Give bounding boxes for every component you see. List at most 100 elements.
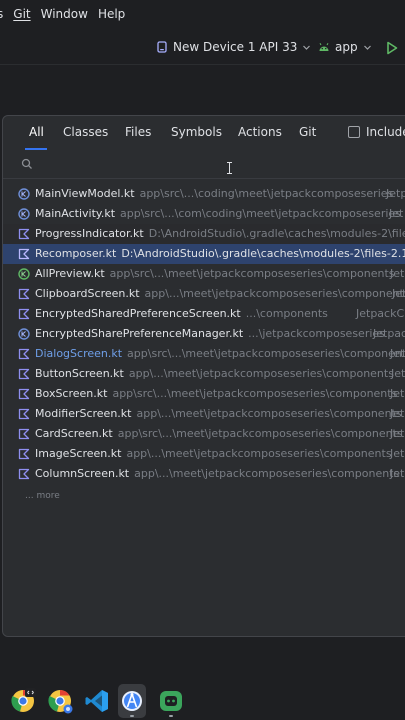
list-item[interactable]: EncryptedSharedPreferenceScreen.kt ...\co… <box>3 304 405 324</box>
kotlin-class-icon <box>18 268 30 280</box>
tab-git[interactable]: Git <box>299 125 316 139</box>
text-cursor <box>227 162 232 174</box>
menu-partial-item[interactable]: s <box>0 7 3 21</box>
file-path: app\src\...\coding\meet\jetpackcomposese… <box>139 187 394 200</box>
module-label: JetpackC <box>356 307 405 320</box>
file-path: D:\AndroidStudio\.gradle\caches\modules-… <box>121 247 405 260</box>
more-results-link[interactable]: ... more <box>25 491 60 501</box>
menu-git[interactable]: Git <box>13 7 30 21</box>
kotlin-file-icon <box>18 228 30 240</box>
file-name: ProgressIndicator.kt <box>35 227 144 240</box>
device-label: New Device 1 API 33 <box>173 40 298 54</box>
run-config-label: app <box>335 40 358 54</box>
chrome-dev-icon[interactable] <box>10 688 36 714</box>
kotlin-file-icon <box>18 448 30 460</box>
tab-all[interactable]: All <box>29 125 44 139</box>
list-item[interactable]: ProgressIndicator.kt D:\AndroidStudio\.gr… <box>3 224 405 244</box>
list-item[interactable]: CardScreen.kt app\src\...\meet\jetpackcom… <box>3 424 405 444</box>
file-name: EncryptedSharedPreferenceScreen.kt <box>35 307 241 320</box>
file-path: app\...\meet\jetpackcomposeseries\compon… <box>128 367 394 380</box>
list-item[interactable]: ImageScreen.kt app\...\meet\jetpackcompos… <box>3 444 405 464</box>
file-name: MainViewModel.kt <box>35 187 135 200</box>
kotlin-file-icon <box>18 428 30 440</box>
running-indicator <box>169 715 173 717</box>
kotlin-file-icon <box>18 408 30 420</box>
module-label: Jet <box>390 407 405 420</box>
module-label: Jet <box>390 447 405 460</box>
kotlin-file-icon <box>18 308 30 320</box>
tab-actions[interactable]: Actions <box>238 125 282 139</box>
file-path: app\...\meet\jetpackcomposeseries\compon… <box>126 447 392 460</box>
module-label: Jetpac <box>373 327 405 340</box>
file-path: D:\AndroidStudio\.gradle\caches\modules-… <box>148 227 405 240</box>
list-item[interactable]: EncryptedSharePreferenceManager.kt ...\je… <box>3 324 405 344</box>
module-label: Jet <box>390 467 405 480</box>
play-icon <box>387 41 398 55</box>
file-name: AllPreview.kt <box>35 267 105 280</box>
include-non-project-checkbox[interactable]: Include <box>348 125 405 139</box>
search-tabs: All Classes Files Symbols Actions Git In… <box>3 116 405 150</box>
file-name: CardScreen.kt <box>35 427 113 440</box>
file-path: app\src\...\meet\jetpackcomposeseries\co… <box>112 387 398 400</box>
list-item[interactable]: ModifierScreen.kt app\...\meet\jetpackcom… <box>3 404 405 424</box>
list-item[interactable]: ClipboardScreen.kt app\...\meet\jetpackco… <box>3 284 405 304</box>
kotlin-file-icon <box>18 248 30 260</box>
file-path: app\...\meet\jetpackcomposeseries\compon… <box>136 407 402 420</box>
discord-icon[interactable] <box>158 688 184 714</box>
kotlin-class-icon <box>18 188 30 200</box>
taskbar <box>0 680 405 720</box>
device-selector[interactable]: New Device 1 API 33 <box>156 40 311 54</box>
list-item-selected[interactable]: Recomposer.kt D:\AndroidStudio\.gradle\ca… <box>3 244 405 264</box>
active-tab-indicator <box>25 148 47 150</box>
menu-window[interactable]: Window <box>41 7 88 21</box>
file-path: app\src\...\meet\jetpackcomposeseries\co… <box>117 427 403 440</box>
checkbox-box[interactable] <box>348 126 360 138</box>
tab-files[interactable]: Files <box>125 125 151 139</box>
search-input[interactable] <box>37 155 401 177</box>
toolbar-divider <box>0 64 405 65</box>
search-everywhere-popup: All Classes Files Symbols Actions Git In… <box>2 115 405 637</box>
file-path: app\...\meet\jetpackcomposeseries\compon… <box>144 287 405 300</box>
module-label: Jet <box>390 387 405 400</box>
module-label: Jetpa <box>386 187 405 200</box>
chevron-down-icon <box>303 45 311 50</box>
android-studio-icon[interactable] <box>119 688 145 714</box>
vscode-icon[interactable] <box>84 688 110 714</box>
list-item[interactable]: MainActivity.kt app\src\...\com\coding\me… <box>3 204 405 224</box>
list-item[interactable]: BoxScreen.kt app\src\...\meet\jetpackcomp… <box>3 384 405 404</box>
chevron-down-icon <box>363 45 371 50</box>
kotlin-file-icon <box>18 388 30 400</box>
list-item[interactable]: MainViewModel.kt app\src\...\coding\meet\… <box>3 184 405 204</box>
module-label: Jet <box>390 267 405 280</box>
file-name: MainActivity.kt <box>35 207 116 220</box>
kotlin-class-icon <box>18 328 30 340</box>
list-item[interactable]: ButtonScreen.kt app\...\meet\jetpackcompo… <box>3 364 405 384</box>
list-item[interactable]: DialogScreen.kt app\src\...\meet\jetpackc… <box>3 344 405 364</box>
search-row <box>3 152 405 179</box>
file-path: app\src\...\meet\jetpackcomposeseries\co… <box>109 267 395 280</box>
file-name: Recomposer.kt <box>35 247 117 260</box>
file-path: app\...\meet\jetpackcomposeseries\compon… <box>134 467 400 480</box>
android-icon <box>319 42 329 51</box>
file-name: DialogScreen.kt <box>35 347 123 360</box>
file-name: ClipboardScreen.kt <box>35 287 140 300</box>
list-item[interactable]: ColumnScreen.kt app\...\meet\jetpackcompo… <box>3 464 405 484</box>
file-name: BoxScreen.kt <box>35 387 108 400</box>
file-path: app\src\...\meet\jetpackcomposeseries\co… <box>127 347 405 360</box>
run-button[interactable] <box>386 40 398 59</box>
file-name: ButtonScreen.kt <box>35 367 124 380</box>
module-label: Jet <box>391 367 405 380</box>
file-name: ImageScreen.kt <box>35 447 122 460</box>
kotlin-class-icon <box>18 208 30 220</box>
file-path: ...\jetpackcomposeseries <box>248 327 385 340</box>
module-label: Jet <box>390 347 405 360</box>
tab-classes[interactable]: Classes <box>63 125 108 139</box>
chrome-icon[interactable] <box>47 688 73 714</box>
tab-symbols[interactable]: Symbols <box>171 125 222 139</box>
list-item[interactable]: AllPreview.kt app\src\...\meet\jetpackcom… <box>3 264 405 284</box>
include-label: Include <box>366 125 405 139</box>
file-path: ...\components <box>245 307 328 320</box>
run-config-selector[interactable]: app <box>318 40 372 54</box>
file-path: app\src\...\com\coding\meet\jetpackcompo… <box>120 207 401 220</box>
menu-help[interactable]: Help <box>98 7 125 21</box>
